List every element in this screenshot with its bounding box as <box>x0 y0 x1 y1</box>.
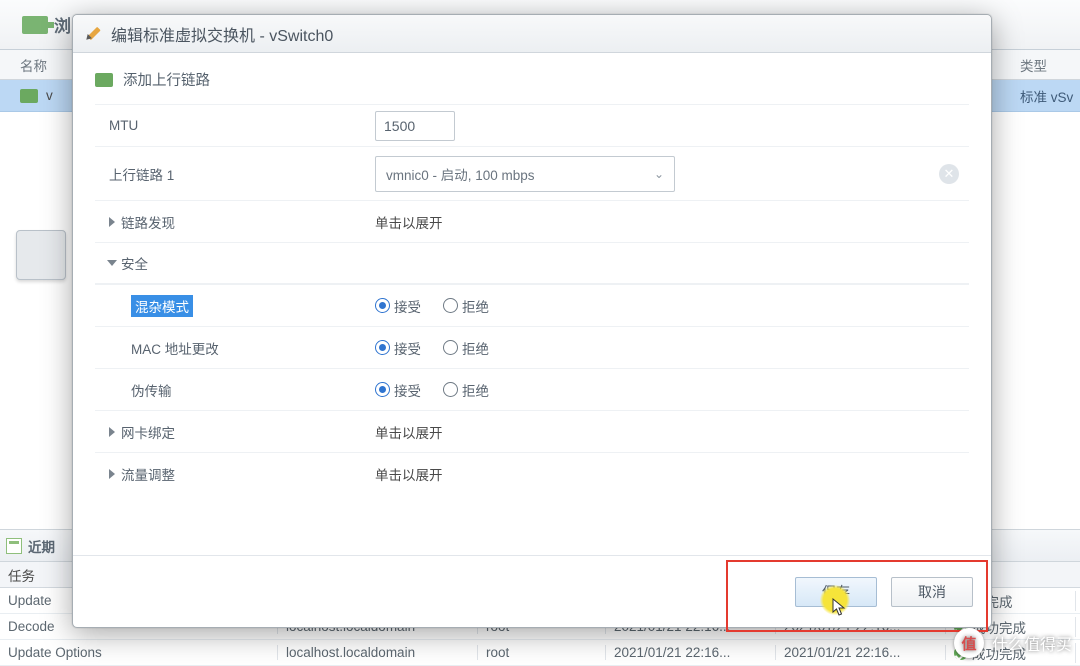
traffic-shaping-hint: 单击以展开 <box>375 464 969 484</box>
recent-tasks-title: 近期 <box>28 536 55 556</box>
row-mac-changes: MAC 地址更改 接受 拒绝 <box>95 326 969 368</box>
col-type[interactable]: 类型 <box>1010 55 1047 75</box>
row-link-discovery[interactable]: 链路发现 单击以展开 <box>95 200 969 242</box>
dialog-title: 编辑标准虚拟交换机 - vSwitch0 <box>111 22 333 46</box>
link-discovery-hint: 单击以展开 <box>375 212 969 232</box>
promiscuous-reject[interactable]: 拒绝 <box>443 296 489 316</box>
forged-accept[interactable]: 接受 <box>375 380 421 400</box>
mtu-input[interactable] <box>375 111 455 141</box>
bg-toolbar-text: 浏 <box>54 12 71 37</box>
dialog-footer: 保存 取消 <box>73 555 991 627</box>
chevron-down-icon: ⌄ <box>654 167 664 181</box>
network-icon <box>22 16 48 34</box>
mtu-label: MTU <box>95 118 375 133</box>
row-label: v <box>46 88 53 103</box>
dialog-title-bar[interactable]: 编辑标准虚拟交换机 - vSwitch0 <box>73 15 991 53</box>
dialog-body: 添加上行链路 MTU 上行链路 1 vmnic0 - 启动, 100 mbps … <box>73 53 991 555</box>
save-label: 保存 <box>822 582 850 602</box>
row-nic-teaming[interactable]: 网卡绑定 单击以展开 <box>95 410 969 452</box>
forged-label: 伪传输 <box>131 380 172 400</box>
row-type: 标准 vSv <box>1010 86 1073 106</box>
row-forged: 伪传输 接受 拒绝 <box>95 368 969 410</box>
mac-changes-label: MAC 地址更改 <box>131 338 219 358</box>
row-security[interactable]: 安全 <box>95 242 969 284</box>
watermark-text: 什么值得买 <box>992 631 1072 655</box>
edit-vswitch-dialog: 编辑标准虚拟交换机 - vSwitch0 添加上行链路 MTU 上行链路 1 v… <box>72 14 992 628</box>
forged-reject[interactable]: 拒绝 <box>443 380 489 400</box>
row-traffic-shaping[interactable]: 流量调整 单击以展开 <box>95 452 969 494</box>
nic-teaming-label: 网卡绑定 <box>121 422 175 442</box>
cancel-button[interactable]: 取消 <box>891 577 973 607</box>
watermark-badge-icon: 值 <box>954 628 984 658</box>
add-uplink-label: 添加上行链路 <box>123 69 210 90</box>
caret-down-icon <box>107 260 117 266</box>
mac-reject[interactable]: 拒绝 <box>443 338 489 358</box>
nic-teaming-hint: 单击以展开 <box>375 422 969 442</box>
add-uplink-button[interactable]: 添加上行链路 <box>95 69 969 90</box>
link-discovery-label: 链路发现 <box>121 212 175 232</box>
hardware-thumbnail <box>16 230 66 280</box>
table-row[interactable]: Update Options localhost.localdomain roo… <box>0 640 1080 666</box>
row-promiscuous: 混杂模式 接受 拒绝 <box>95 284 969 326</box>
save-button[interactable]: 保存 <box>795 577 877 607</box>
uplink-icon <box>95 73 113 87</box>
caret-right-icon <box>109 217 115 227</box>
uplink1-selected: vmnic0 - 启动, 100 mbps <box>386 164 535 184</box>
calendar-icon <box>6 538 22 554</box>
traffic-shaping-label: 流量调整 <box>121 464 175 484</box>
cancel-label: 取消 <box>918 582 946 602</box>
caret-right-icon <box>109 427 115 437</box>
uplink1-label: 上行链路 1 <box>95 164 375 184</box>
edit-icon <box>85 25 103 43</box>
remove-uplink-button[interactable]: ✕ <box>939 164 959 184</box>
watermark: 值 什么值得买 <box>954 628 1072 658</box>
security-label: 安全 <box>121 253 148 273</box>
promiscuous-accept[interactable]: 接受 <box>375 296 421 316</box>
uplink1-select[interactable]: vmnic0 - 启动, 100 mbps ⌄ <box>375 156 675 192</box>
vswitch-icon <box>20 89 38 103</box>
row-mtu: MTU <box>95 104 969 146</box>
caret-right-icon <box>109 469 115 479</box>
row-uplink1: 上行链路 1 vmnic0 - 启动, 100 mbps ⌄ ✕ <box>95 146 969 200</box>
promiscuous-label: 混杂模式 <box>131 295 193 317</box>
mac-accept[interactable]: 接受 <box>375 338 421 358</box>
